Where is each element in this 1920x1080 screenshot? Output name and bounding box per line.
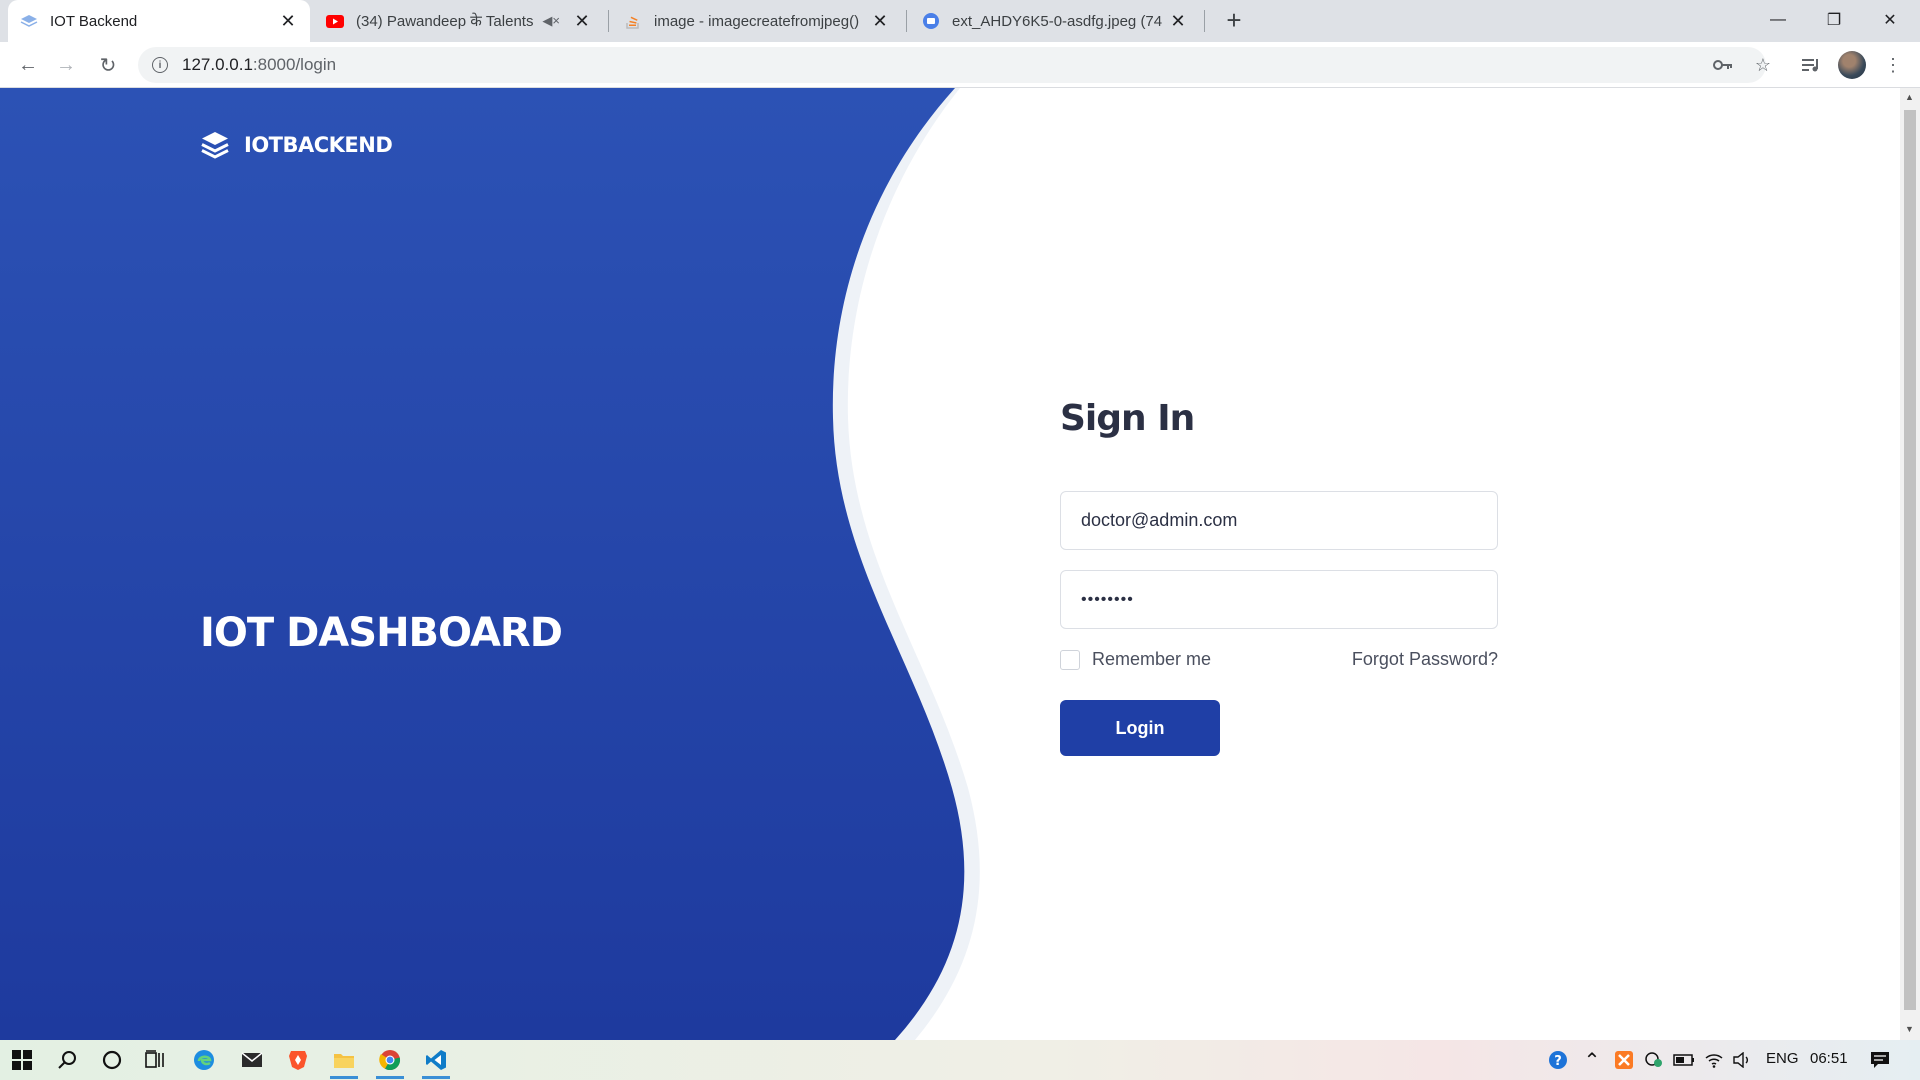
close-window-button[interactable]: ✕	[1862, 0, 1918, 40]
tab-title: (34) Pawandeep के Talents से	[356, 13, 537, 30]
login-button[interactable]: Login	[1060, 700, 1220, 756]
windows-start-icon[interactable]	[2, 1044, 42, 1076]
mail-icon[interactable]	[232, 1044, 272, 1076]
close-tab-icon[interactable]: ✕	[1168, 11, 1188, 31]
edge-icon[interactable]	[184, 1044, 224, 1076]
tab-title: image - imagecreatefromjpeg() p	[654, 12, 864, 30]
address-bar[interactable]: i 127.0.0.1:8000/login	[138, 47, 1766, 83]
hero-title: IOT DASHBOARD	[200, 610, 563, 656]
file-explorer-icon[interactable]	[324, 1044, 364, 1079]
site-info-icon[interactable]: i	[152, 57, 168, 73]
new-tab-button[interactable]: +	[1220, 5, 1248, 35]
media-queue-icon[interactable]	[1796, 50, 1826, 80]
email-field[interactable]: doctor@admin.com	[1060, 491, 1498, 550]
tab-divider	[906, 10, 907, 32]
chrome-icon[interactable]	[370, 1044, 410, 1079]
scroll-thumb[interactable]	[1904, 110, 1916, 1010]
volume-icon[interactable]	[1722, 1044, 1762, 1076]
url-text: 127.0.0.1:8000/login	[182, 55, 336, 75]
menu-dots-icon[interactable]: ⋮	[1878, 50, 1908, 80]
reload-icon[interactable]: ↻	[92, 49, 124, 81]
cortana-icon[interactable]	[92, 1044, 132, 1076]
sign-in-form: Sign In doctor@admin.com •••••••• Rememb…	[1060, 398, 1498, 756]
svg-text:?: ?	[1554, 1054, 1562, 1069]
tab-title: ext_AHDY6K5-0-asdfg.jpeg (74×7	[952, 12, 1162, 30]
layers-icon	[201, 132, 229, 159]
search-icon[interactable]	[48, 1044, 88, 1076]
sign-in-heading: Sign In	[1060, 398, 1195, 439]
task-view-icon[interactable]	[136, 1044, 176, 1076]
avatar[interactable]	[1838, 51, 1866, 79]
close-tab-icon[interactable]: ✕	[870, 11, 890, 31]
language-indicator[interactable]: ENG	[1766, 1050, 1799, 1067]
email-value: doctor@admin.com	[1081, 510, 1238, 530]
brave-icon[interactable]	[278, 1044, 318, 1076]
brand-name: IOTBACKEND	[244, 133, 393, 157]
remember-checkbox[interactable]	[1060, 649, 1080, 670]
windows-taskbar: ? ⌃ ENG 06:51	[0, 1040, 1920, 1080]
scroll-down-icon[interactable]: ▼	[1905, 1024, 1914, 1034]
back-arrow-icon[interactable]: ←	[12, 49, 44, 81]
notifications-icon[interactable]	[1860, 1044, 1900, 1076]
url-host: 127.0.0.1	[182, 55, 253, 74]
remember-label: Remember me	[1092, 649, 1212, 669]
page-scrollbar[interactable]: ▲ ▼	[1900, 88, 1920, 1040]
minimize-button[interactable]: —	[1750, 0, 1806, 40]
tab-image[interactable]: ext_AHDY6K5-0-asdfg.jpeg (74×7 ✕	[910, 0, 1200, 42]
close-tab-icon[interactable]: ✕	[278, 11, 298, 31]
restore-button[interactable]: ❐	[1806, 0, 1862, 40]
tab-iot-backend[interactable]: IOT Backend ✕	[8, 0, 310, 42]
password-field[interactable]: ••••••••	[1060, 570, 1498, 629]
clock[interactable]: 06:51	[1810, 1050, 1848, 1067]
youtube-icon	[326, 12, 344, 30]
vscode-icon[interactable]	[416, 1044, 456, 1079]
tab-youtube[interactable]: (34) Pawandeep के Talents से ◀× ✕	[314, 0, 604, 42]
url-path: :8000/login	[252, 55, 337, 74]
close-tab-icon[interactable]: ✕	[572, 11, 592, 31]
brand-logo[interactable]: IOTBACKEND	[200, 130, 393, 160]
tab-divider	[608, 10, 609, 32]
tab-title: IOT Backend	[50, 12, 138, 30]
speaker-muted-icon[interactable]: ◀×	[542, 13, 560, 29]
star-icon[interactable]: ☆	[1748, 50, 1778, 80]
login-page: IOTBACKEND IOT DASHBOARD Sign In doctor@…	[0, 88, 1900, 1040]
blue-wave-panel	[0, 88, 980, 1040]
key-icon[interactable]	[1708, 50, 1738, 80]
form-options: Remember me Forgot Password?	[1060, 649, 1498, 670]
scroll-up-icon[interactable]: ▲	[1905, 92, 1914, 102]
browser-toolbar: ← → ↻ i 127.0.0.1:8000/login ☆ ⋮	[0, 42, 1920, 88]
remember-me[interactable]: Remember me	[1060, 649, 1211, 670]
stackoverflow-icon	[624, 12, 642, 30]
forgot-password-link[interactable]: Forgot Password?	[1352, 649, 1498, 670]
forward-arrow-icon[interactable]: →	[50, 49, 82, 81]
tab-stackoverflow[interactable]: image - imagecreatefromjpeg() p ✕	[612, 0, 902, 42]
image-file-icon	[922, 12, 940, 30]
tab-divider	[1204, 10, 1205, 32]
tab-strip: IOT Backend ✕ (34) Pawandeep के Talents …	[0, 0, 1920, 42]
password-value: ••••••••	[1081, 590, 1134, 608]
layers-icon	[20, 12, 38, 30]
